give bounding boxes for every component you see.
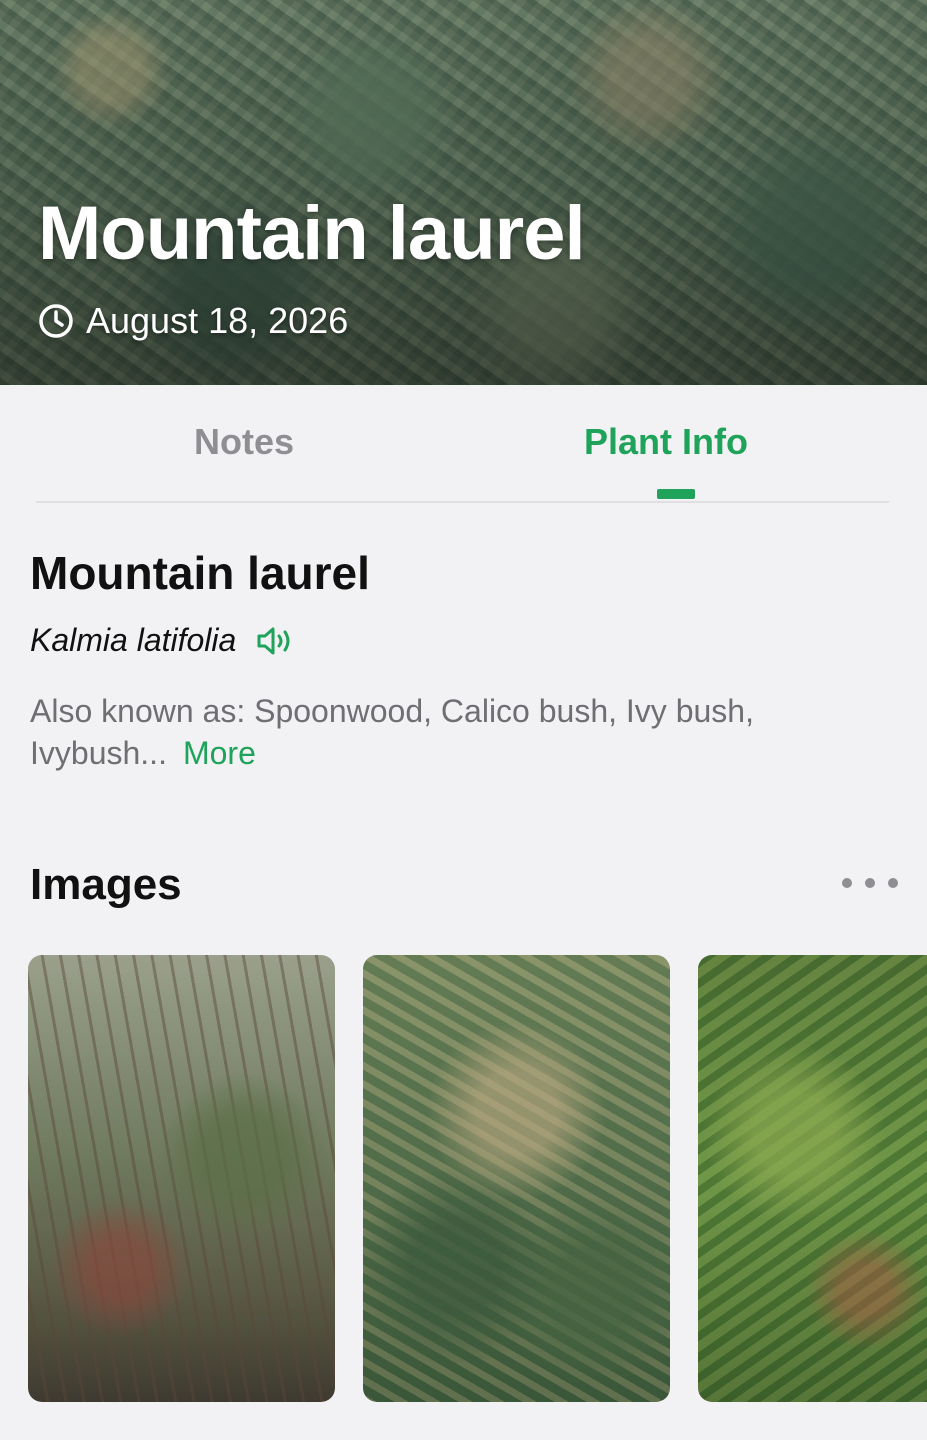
tab-bar: Notes Plant Info: [0, 385, 927, 503]
dot: [865, 878, 875, 888]
speaker-icon[interactable]: [256, 624, 294, 658]
plant-image-thumbnail[interactable]: [698, 955, 927, 1402]
also-known-as: Also known as: Spoonwood, Calico bush, I…: [30, 690, 890, 774]
plant-image-thumbnail[interactable]: [363, 955, 670, 1402]
also-known-as-text: Also known as: Spoonwood, Calico bush, I…: [30, 693, 754, 771]
hero-date: August 18, 2026: [38, 300, 348, 342]
tab-notes[interactable]: Notes: [194, 421, 294, 463]
tab-plant-info[interactable]: Plant Info: [584, 421, 748, 463]
tab-divider: [36, 501, 889, 503]
plant-common-name: Mountain laurel: [30, 547, 370, 599]
dot: [842, 878, 852, 888]
images-section-title: Images: [30, 860, 182, 909]
hero-image: Mountain laurel August 18, 2026: [0, 0, 927, 385]
dot: [888, 878, 898, 888]
active-tab-indicator: [657, 489, 695, 499]
more-horizontal-icon[interactable]: [842, 872, 898, 894]
scientific-name-row: Kalmia latifolia: [30, 622, 294, 659]
plant-image-thumbnail[interactable]: [28, 955, 335, 1402]
date-label: August 18, 2026: [86, 300, 349, 341]
hero-title: Mountain laurel: [38, 191, 586, 276]
more-link[interactable]: More: [183, 735, 256, 771]
clock-icon: [39, 304, 73, 338]
plant-scientific-name: Kalmia latifolia: [30, 622, 237, 658]
